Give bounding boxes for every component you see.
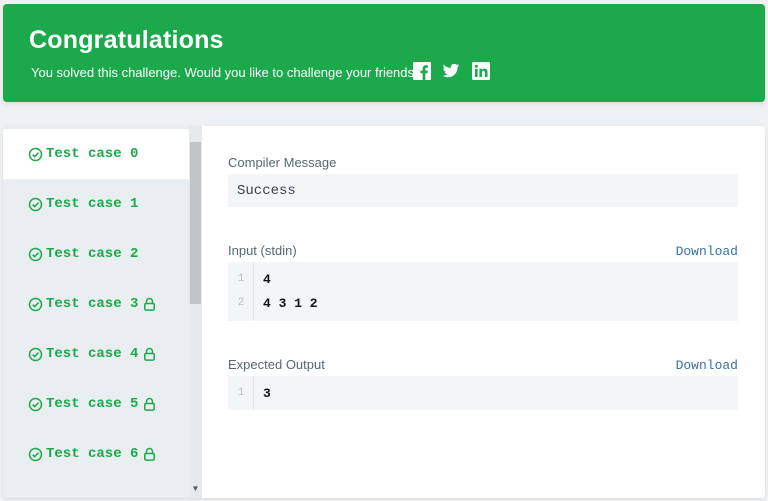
compiler-message-text: Success (237, 183, 296, 199)
twitter-icon[interactable] (442, 62, 460, 80)
banner-title: Congratulations (29, 26, 224, 54)
check-circle-icon (28, 247, 43, 262)
test-case-1-tab[interactable]: Test case 1 (3, 179, 189, 229)
check-circle-icon (28, 347, 43, 362)
lock-icon (143, 447, 156, 461)
lock-icon (143, 297, 156, 311)
compiler-message-box: Success (228, 174, 738, 207)
expected-output-line: 3 (263, 386, 271, 401)
scrollbar-thumb[interactable] (190, 142, 201, 304)
results-panel: Test case 0 Test case 1 Test case 2 Test… (3, 126, 765, 498)
test-case-label: Test case 4 (46, 346, 139, 362)
input-download-link[interactable]: Download (676, 244, 738, 259)
test-case-label: Test case 5 (46, 396, 139, 412)
test-case-label: Test case 0 (46, 146, 139, 162)
line-number: 2 (237, 297, 245, 309)
test-case-6-tab[interactable]: Test case 6 (3, 429, 189, 479)
test-case-label: Test case 2 (46, 246, 139, 262)
line-number: 1 (237, 273, 245, 285)
linkedin-icon[interactable] (472, 62, 490, 80)
input-label: Input (stdin) (228, 243, 297, 258)
test-case-3-tab[interactable]: Test case 3 (3, 279, 189, 329)
input-code-box: 1 2 4 4 3 1 2 (228, 262, 738, 321)
test-case-label: Test case 3 (46, 296, 139, 312)
test-case-label: Test case 1 (46, 196, 139, 212)
check-circle-icon (28, 297, 43, 312)
check-circle-icon (28, 397, 43, 412)
check-circle-icon (28, 447, 43, 462)
congratulations-banner: Congratulations You solved this challeng… (3, 4, 765, 102)
sidebar-scrollbar[interactable]: ▼ (189, 126, 202, 498)
lock-icon (143, 347, 156, 361)
test-case-4-tab[interactable]: Test case 4 (3, 329, 189, 379)
banner-message: You solved this challenge. Would you lik… (31, 65, 422, 80)
expected-output-label: Expected Output (228, 357, 325, 372)
input-line: 4 3 1 2 (263, 296, 318, 311)
input-line: 4 (263, 272, 271, 287)
compiler-message-label: Compiler Message (228, 155, 337, 170)
line-number-gutter (228, 262, 254, 321)
test-case-0-tab[interactable]: Test case 0 (3, 129, 189, 179)
test-case-label: Test case 6 (46, 446, 139, 462)
check-circle-icon (28, 147, 43, 162)
expected-download-link[interactable]: Download (676, 358, 738, 373)
test-case-5-tab[interactable]: Test case 5 (3, 379, 189, 429)
facebook-icon[interactable] (413, 62, 431, 80)
test-case-2-tab[interactable]: Test case 2 (3, 229, 189, 279)
test-case-sidebar: Test case 0 Test case 1 Test case 2 Test… (3, 126, 189, 498)
scroll-down-arrow-icon[interactable]: ▼ (191, 484, 200, 493)
line-number: 1 (237, 387, 245, 399)
check-circle-icon (28, 197, 43, 212)
expected-output-box: 1 3 (228, 376, 738, 410)
lock-icon (143, 397, 156, 411)
